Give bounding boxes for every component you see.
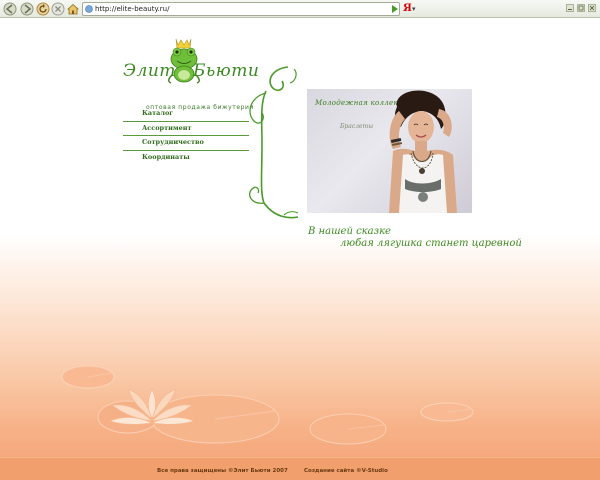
- vine-divider: [249, 66, 299, 219]
- browser-toolbar: http://elite-beauty.ru/ ▾ Я ▾: [0, 0, 600, 18]
- water-lilies-illustration: [61, 365, 474, 445]
- stop-icon[interactable]: [51, 2, 65, 16]
- promo-banner[interactable]: Молодежная коллекция Браслеты: [307, 89, 472, 213]
- model-photo: [389, 90, 457, 213]
- back-icon[interactable]: [3, 2, 17, 16]
- footer-studio-link[interactable]: Создание сайта ©V-Studio: [304, 468, 388, 474]
- search-dropdown-icon[interactable]: ▾: [412, 2, 416, 16]
- menu-item-catalog[interactable]: Каталог: [123, 107, 249, 122]
- footer: Все права защищены ©Элит Бьюти 2007 Созд…: [0, 457, 600, 480]
- minimize-icon[interactable]: [566, 4, 574, 12]
- page-favicon: [85, 5, 93, 13]
- logo-word-elit: Элит: [123, 61, 176, 81]
- reload-icon[interactable]: [36, 2, 50, 16]
- menu-item-assortment[interactable]: Ассортимент: [123, 122, 249, 136]
- maximize-icon[interactable]: [577, 4, 585, 12]
- lotus-flower: [108, 388, 196, 425]
- slogan-line-1: В нашей сказке: [308, 226, 391, 237]
- address-bar[interactable]: http://elite-beauty.ru/ ▾: [82, 2, 400, 16]
- home-icon[interactable]: [66, 2, 80, 16]
- yandex-search-icon[interactable]: Я: [403, 2, 412, 16]
- main-menu: Каталог Ассортимент Сотрудничество Коорд…: [123, 107, 249, 165]
- site-logo[interactable]: Элит Бьюти оптовая продажа бижутерии: [118, 37, 259, 113]
- go-icon[interactable]: [390, 3, 400, 15]
- page-body: Элит Бьюти оптовая продажа бижутерии Кат…: [0, 19, 600, 480]
- menu-item-contacts[interactable]: Координаты: [123, 151, 249, 166]
- close-icon[interactable]: [588, 4, 596, 12]
- address-url: http://elite-beauty.ru/: [95, 5, 170, 13]
- forward-icon[interactable]: [20, 2, 34, 16]
- slogan-line-2: любая лягушка станет царевной: [340, 238, 522, 249]
- menu-item-cooperation[interactable]: Сотрудничество: [123, 136, 249, 151]
- promo-subtitle: Браслеты: [340, 123, 374, 130]
- footer-copyright: Все права защищены ©Элит Бьюти 2007: [157, 468, 288, 474]
